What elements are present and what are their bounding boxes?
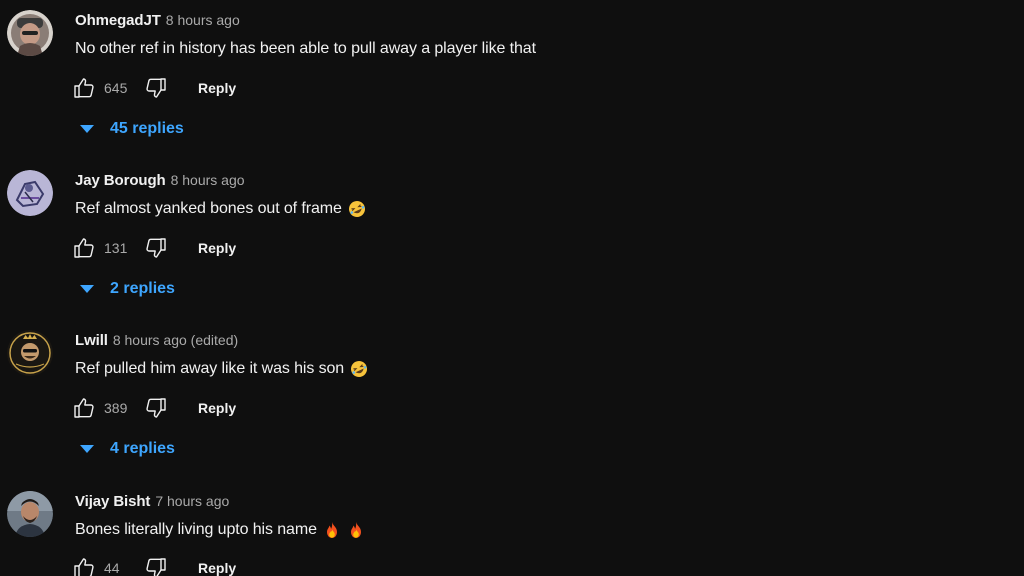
comment-header: OhmegadJT 8 hours ago [75, 12, 240, 32]
thumbs-up-icon [74, 398, 94, 418]
avatar[interactable] [7, 491, 53, 537]
fire-emoji [347, 521, 365, 539]
reply-button[interactable]: Reply [198, 80, 236, 96]
replies-count-label: 45 replies [110, 120, 184, 137]
caret-down-icon [80, 445, 94, 453]
author-name[interactable]: Vijay Bisht [75, 493, 150, 510]
thumbs-down-icon [146, 558, 166, 576]
dislike-button[interactable] [142, 394, 170, 422]
comment-thread: OhmegadJT 8 hours ago No other ref in hi… [0, 0, 1024, 160]
avatar[interactable] [7, 10, 53, 56]
like-count: 389 [104, 400, 128, 416]
fire-emoji [323, 521, 341, 539]
comment-text: No other ref in history has been able to… [75, 40, 536, 58]
like-button[interactable] [70, 74, 98, 102]
thumbs-up-icon [74, 238, 94, 258]
comment-text-body: Ref almost yanked bones out of frame [75, 200, 342, 217]
comment-actions: 131 Reply [70, 234, 236, 262]
comment-text-body: Bones literally living upto his name [75, 521, 317, 538]
thumbs-down-icon [146, 238, 166, 258]
comment-header: Jay Borough 8 hours ago [75, 172, 245, 192]
comment-actions: 44 Reply [70, 554, 236, 576]
like-button[interactable] [70, 554, 98, 576]
view-replies-button[interactable]: 4 replies [80, 437, 175, 461]
dislike-button[interactable] [142, 234, 170, 262]
comment-thread: Lwill 8 hours ago (edited) Ref pulled hi… [0, 320, 1024, 480]
comment-timestamp[interactable]: 8 hours ago [171, 172, 245, 188]
replies-count-label: 2 replies [110, 280, 175, 297]
like-button[interactable] [70, 394, 98, 422]
comment-timestamp[interactable]: 8 hours ago [166, 12, 240, 28]
like-button[interactable] [70, 234, 98, 262]
comment-actions: 645 Reply [70, 74, 236, 102]
author-name[interactable]: OhmegadJT [75, 12, 161, 29]
comment-text: Ref pulled him away like it was his son [75, 360, 368, 378]
comment-text-body: Ref pulled him away like it was his son [75, 360, 345, 377]
comment-text: Bones literally living upto his name [75, 521, 365, 539]
comment-text: Ref almost yanked bones out of frame [75, 200, 366, 218]
comment-header: Vijay Bisht 7 hours ago [75, 493, 229, 513]
comment-header: Lwill 8 hours ago (edited) [75, 332, 238, 352]
like-count: 645 [104, 80, 128, 96]
comment-text-body: No other ref in history has been able to… [75, 40, 536, 57]
view-replies-button[interactable]: 2 replies [80, 277, 175, 301]
author-name[interactable]: Jay Borough [75, 172, 166, 189]
thumbs-up-icon [74, 78, 94, 98]
rolling-on-floor-laughing-emoji [348, 200, 366, 218]
like-count: 131 [104, 240, 128, 256]
reply-button[interactable]: Reply [198, 400, 236, 416]
replies-count-label: 4 replies [110, 440, 175, 457]
comment-actions: 389 Reply [70, 394, 236, 422]
comment-thread: Jay Borough 8 hours ago Ref almost yanke… [0, 160, 1024, 320]
rolling-on-floor-laughing-emoji [350, 360, 368, 378]
comment-thread: Vijay Bisht 7 hours ago Bones literally … [0, 481, 1024, 576]
reply-button[interactable]: Reply [198, 240, 236, 256]
thumbs-down-icon [146, 78, 166, 98]
thumbs-up-icon [74, 558, 94, 576]
dislike-button[interactable] [142, 74, 170, 102]
caret-down-icon [80, 125, 94, 133]
author-name[interactable]: Lwill [75, 332, 108, 349]
avatar[interactable] [7, 170, 53, 216]
reply-button[interactable]: Reply [198, 560, 236, 576]
comment-timestamp[interactable]: 7 hours ago [155, 493, 229, 509]
thumbs-down-icon [146, 398, 166, 418]
avatar[interactable] [7, 330, 53, 376]
comment-timestamp[interactable]: 8 hours ago (edited) [113, 332, 238, 348]
like-count: 44 [104, 560, 120, 576]
caret-down-icon [80, 285, 94, 293]
view-replies-button[interactable]: 45 replies [80, 117, 184, 141]
dislike-button[interactable] [142, 554, 170, 576]
